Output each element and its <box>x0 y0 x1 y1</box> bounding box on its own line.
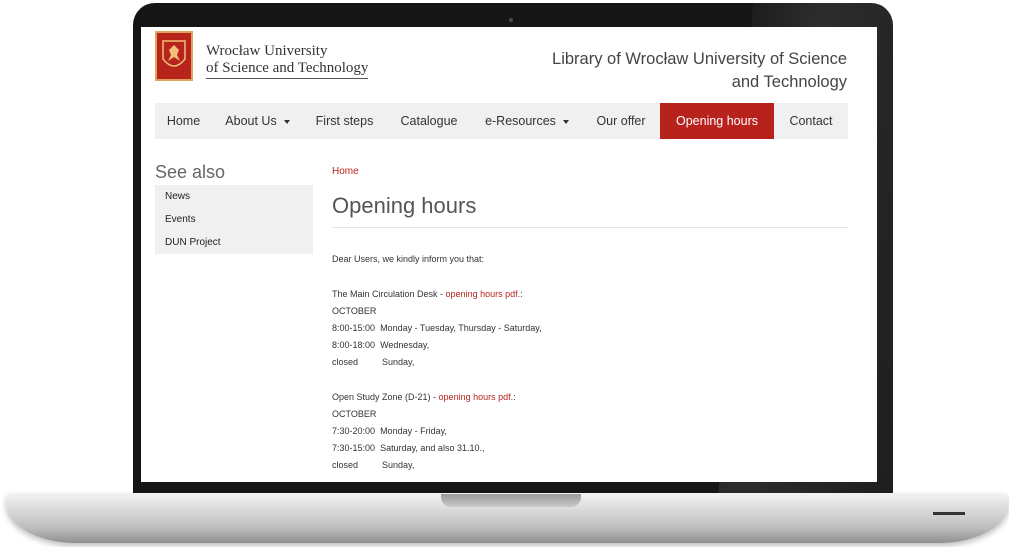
hours-days: Monday - Friday, <box>380 426 447 436</box>
title-divider <box>332 227 848 228</box>
open-study-zone-month: OCTOBER <box>332 409 377 419</box>
hours-row: 7:30-15:00 Saturday, and also 31.10., <box>332 443 484 453</box>
logo-line-1: Wrocław University <box>206 43 328 59</box>
circulation-desk-label: The Main Circulation Desk - <box>332 289 446 299</box>
sidebar-item-events[interactable]: Events <box>155 208 313 231</box>
hours-days: Monday - Tuesday, Thursday - Saturday, <box>380 323 542 333</box>
webcam <box>509 18 513 22</box>
chevron-down-icon <box>562 119 569 124</box>
university-logo-text[interactable]: Wrocław University of Science and Techno… <box>206 43 369 79</box>
hours-time: closed <box>332 460 359 470</box>
nav-item-opening-hours[interactable]: Opening hours <box>660 103 774 139</box>
site-title-line-1: Library of Wrocław University of Science <box>552 50 847 68</box>
hours-days: Saturday, and also 31.10., <box>380 443 485 453</box>
chevron-down-icon <box>283 119 290 124</box>
hours-days: Sunday, <box>382 357 415 367</box>
nav-item-about-us[interactable]: About Us <box>212 103 303 139</box>
hours-time: 7:30-20:00 <box>332 426 376 436</box>
open-study-zone-label: Open Study Zone (D-21) - <box>332 392 439 402</box>
sidebar-list: News Events DUN Project <box>155 185 313 254</box>
nav-item-first-steps[interactable]: First steps <box>303 103 386 139</box>
hours-time: closed <box>332 357 359 367</box>
nav-item-catalogue[interactable]: Catalogue <box>386 103 472 139</box>
open-study-zone-pdf-link[interactable]: opening hours pdf. <box>439 392 514 402</box>
circulation-desk-colon: : <box>520 289 523 299</box>
circulation-desk-month: OCTOBER <box>332 306 377 316</box>
hours-row: closed Sunday, <box>332 460 414 470</box>
laptop-opening-notch <box>441 494 581 507</box>
site-title: Library of Wrocław University of Science… <box>517 48 847 94</box>
breadcrumb-home-link[interactable]: Home <box>332 166 359 177</box>
hours-time: 8:00-15:00 <box>332 323 376 333</box>
hours-row: 8:00-18:00 Wednesday, <box>332 340 429 350</box>
logo-line-2: of Science and Technology <box>206 60 369 79</box>
laptop-base-mark <box>933 512 965 515</box>
nav-item-e-resources[interactable]: e-Resources <box>472 103 582 139</box>
hours-days: Sunday, <box>382 460 415 470</box>
hours-days: Wednesday, <box>380 340 430 350</box>
hours-time: 7:30-15:00 <box>332 443 376 453</box>
sidebar-heading: See also <box>155 162 226 182</box>
browser-viewport: Wrocław University of Science and Techno… <box>141 27 877 482</box>
open-study-zone-colon: : <box>513 392 516 402</box>
circulation-desk-pdf-link[interactable]: opening hours pdf. <box>446 289 521 299</box>
open-study-zone-heading: Open Study Zone (D-21) - opening hours p… <box>332 392 516 402</box>
hours-row: closed Sunday, <box>332 357 414 367</box>
university-crest-icon[interactable] <box>155 31 193 81</box>
page-title: Opening hours <box>332 193 477 218</box>
intro-text: Dear Users, we kindly inform you that: <box>332 254 485 264</box>
hours-row: 8:00-15:00 Monday - Tuesday, Thursday - … <box>332 323 542 333</box>
circulation-desk-heading: The Main Circulation Desk - opening hour… <box>332 289 523 299</box>
hours-time: 8:00-18:00 <box>332 340 376 350</box>
nav-item-our-offer[interactable]: Our offer <box>582 103 660 139</box>
nav-item-home[interactable]: Home <box>155 103 212 139</box>
sidebar-item-news[interactable]: News <box>155 185 313 208</box>
sidebar-item-dun-project[interactable]: DUN Project <box>155 231 313 254</box>
site-title-line-2: and Technology <box>731 73 847 91</box>
hours-row: 7:30-20:00 Monday - Friday, <box>332 426 447 436</box>
main-nav: Home About Us First steps Catalogue e-Re… <box>155 103 848 139</box>
nav-item-contact[interactable]: Contact <box>774 103 848 139</box>
